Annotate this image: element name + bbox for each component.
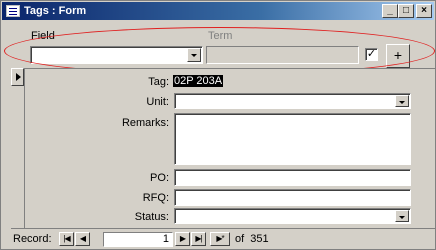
close-button[interactable]: × [416,4,432,18]
po-label: PO: [150,172,169,184]
field-combo[interactable] [30,46,203,64]
chevron-down-icon[interactable] [395,95,409,107]
record-selector[interactable] [11,68,25,228]
first-record-button[interactable]: |◀ [59,232,74,246]
next-record-button[interactable]: ▶ [175,232,190,246]
previous-record-button[interactable]: ◀ [75,232,90,246]
window-title: Tags : Form [24,5,87,17]
term-input-value [207,47,213,63]
unit-value [175,93,181,108]
tag-label: Tag: [148,76,169,88]
rfq-label: RFQ: [142,192,169,204]
minimize-button[interactable]: _ [382,4,398,18]
record-label: Record: [13,233,52,245]
unit-label: Unit: [146,96,169,108]
status-combo[interactable] [174,208,411,224]
remarks-value [175,114,181,132]
new-record-button[interactable]: ▶* [210,232,230,246]
filter-checkbox[interactable]: ✓ [365,48,378,61]
remarks-label: Remarks: [121,117,169,129]
unit-combo[interactable] [174,93,411,109]
tag-value: 02P 203A [173,75,224,87]
chevron-down-icon[interactable] [187,48,201,62]
status-value [175,208,181,223]
tag-field[interactable]: 02P 203A [172,73,242,89]
field-label: Field [31,30,55,42]
record-count: of 351 [235,233,269,245]
last-record-button[interactable]: ▶| [191,232,206,246]
maximize-button[interactable]: □ [398,4,414,18]
term-label: Term [208,30,233,42]
current-record-arrow-icon [16,73,21,81]
current-record-input[interactable]: 1 [103,232,173,247]
record-navigation-bar: Record: |◀ ◀ 1 ▶ ▶| ▶* of 351 [11,228,435,248]
form-window: Tags : Form _ □ × Field Term ✓ + Tag: 02… [0,0,436,250]
add-button[interactable]: + [386,44,410,68]
po-value [175,169,181,187]
title-bar[interactable]: Tags : Form _ □ × [2,2,434,20]
rfq-input[interactable] [174,189,411,206]
field-combo-value [31,47,37,63]
term-input[interactable] [206,46,359,64]
chevron-down-icon[interactable] [395,210,409,222]
status-label: Status: [134,211,169,223]
po-input[interactable] [174,169,411,186]
form-icon [6,5,20,17]
remarks-textarea[interactable] [174,113,411,165]
rfq-value [175,189,181,207]
